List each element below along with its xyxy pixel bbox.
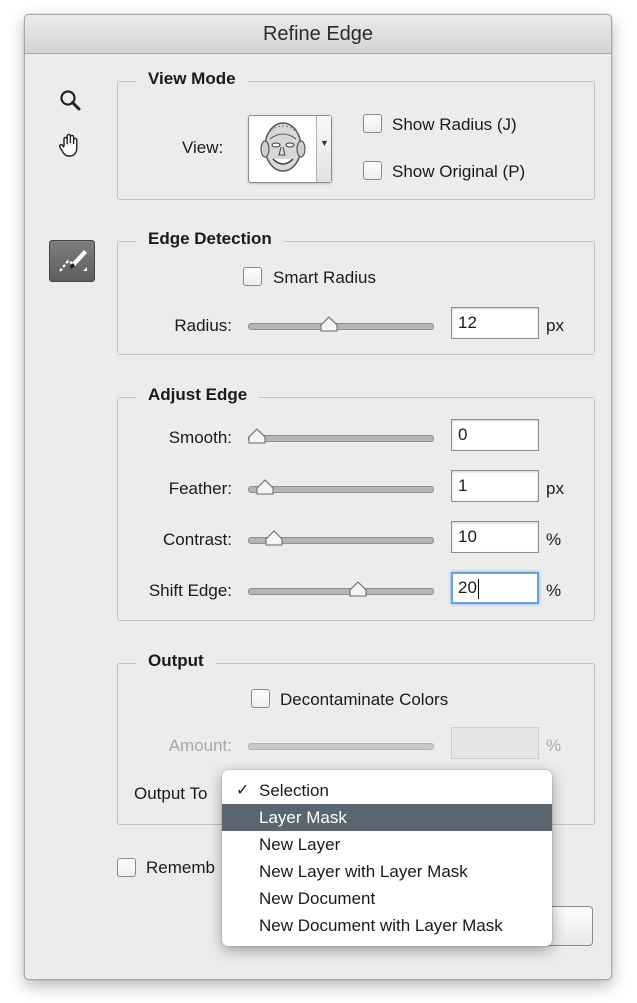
radius-slider[interactable] [248,316,434,332]
face-preview-icon [260,122,306,172]
dialog-title: Refine Edge [25,15,611,54]
amount-slider [248,743,434,750]
remember-settings-label: Rememb [146,858,215,877]
slider-thumb[interactable] [256,479,274,495]
slider-thumb[interactable] [248,428,266,444]
radius-input[interactable]: 12 [451,307,539,339]
show-radius-checkbox[interactable] [363,114,382,133]
amount-input [451,727,539,759]
menu-item-new-document[interactable]: New Document [222,885,552,912]
edge-detection-legend: Edge Detection [136,229,284,249]
shift-edge-label: Shift Edge: [148,581,232,600]
slider-thumb[interactable] [320,316,338,332]
output-to-menu[interactable]: ✓ Selection Layer Mask New Layer New Lay… [222,770,552,946]
decontaminate-label: Decontaminate Colors [280,690,449,709]
contrast-unit: % [546,530,562,549]
slider-thumb[interactable] [349,581,367,597]
menu-item-layer-mask[interactable]: Layer Mask [222,804,552,831]
contrast-input[interactable]: 10 [451,521,539,553]
zoom-tool-icon[interactable] [57,87,85,115]
checkmark-icon: ✓ [236,782,250,799]
contrast-slider[interactable] [248,530,434,546]
show-radius-label: Show Radius (J) [392,115,517,134]
refine-radius-tool-icon[interactable] [49,240,95,282]
view-label: View: [182,138,224,157]
amount-unit: % [546,736,562,755]
shift-edge-value: 20 [458,578,477,597]
radius-label: Radius: [174,316,232,335]
view-mode-legend: View Mode [136,69,248,89]
menu-item-new-layer[interactable]: New Layer [222,831,552,858]
feather-input[interactable]: 1 [451,470,539,502]
radius-unit: px [546,316,564,335]
text-caret [477,578,479,599]
view-mode-popup[interactable]: ▼ [248,115,332,183]
edge-detection-group: Edge Detection Smart Radius Radius: 12 p… [117,229,595,355]
adjust-edge-legend: Adjust Edge [136,385,260,405]
smart-radius-checkbox[interactable] [243,267,262,286]
feather-label: Feather: [168,479,232,498]
menu-item-selection[interactable]: ✓ Selection [222,777,552,804]
feather-slider[interactable] [248,479,434,495]
view-popup-arrow[interactable]: ▼ [316,116,331,182]
shift-edge-input[interactable]: 20 [451,572,539,604]
remember-settings-checkbox[interactable] [117,858,136,877]
smooth-input[interactable]: 0 [451,419,539,451]
menu-item-new-layer-with-mask[interactable]: New Layer with Layer Mask [222,858,552,885]
show-original-label: Show Original (P) [392,162,526,181]
adjust-edge-group: Adjust Edge Smooth: 0 Feather: 1 px Cont… [117,385,595,621]
output-legend: Output [136,651,216,671]
view-mode-group: View Mode View: ▼ Show Radius (J) Show O… [117,69,595,200]
smart-radius-label: Smart Radius [273,268,376,287]
smooth-label: Smooth: [168,428,232,447]
amount-label: Amount: [168,736,232,755]
output-to-label: Output To [134,784,208,803]
smooth-slider[interactable] [248,428,434,444]
contrast-label: Contrast: [163,530,232,549]
shift-edge-unit: % [546,581,562,600]
decontaminate-checkbox[interactable] [251,689,270,708]
shift-edge-slider[interactable] [248,581,434,597]
feather-unit: px [546,479,564,498]
hand-tool-icon[interactable] [55,130,85,160]
show-original-checkbox[interactable] [363,161,382,180]
menu-item-new-document-with-mask[interactable]: New Document with Layer Mask [222,912,552,939]
slider-thumb[interactable] [265,530,283,546]
chevron-down-icon: ▼ [320,138,329,148]
